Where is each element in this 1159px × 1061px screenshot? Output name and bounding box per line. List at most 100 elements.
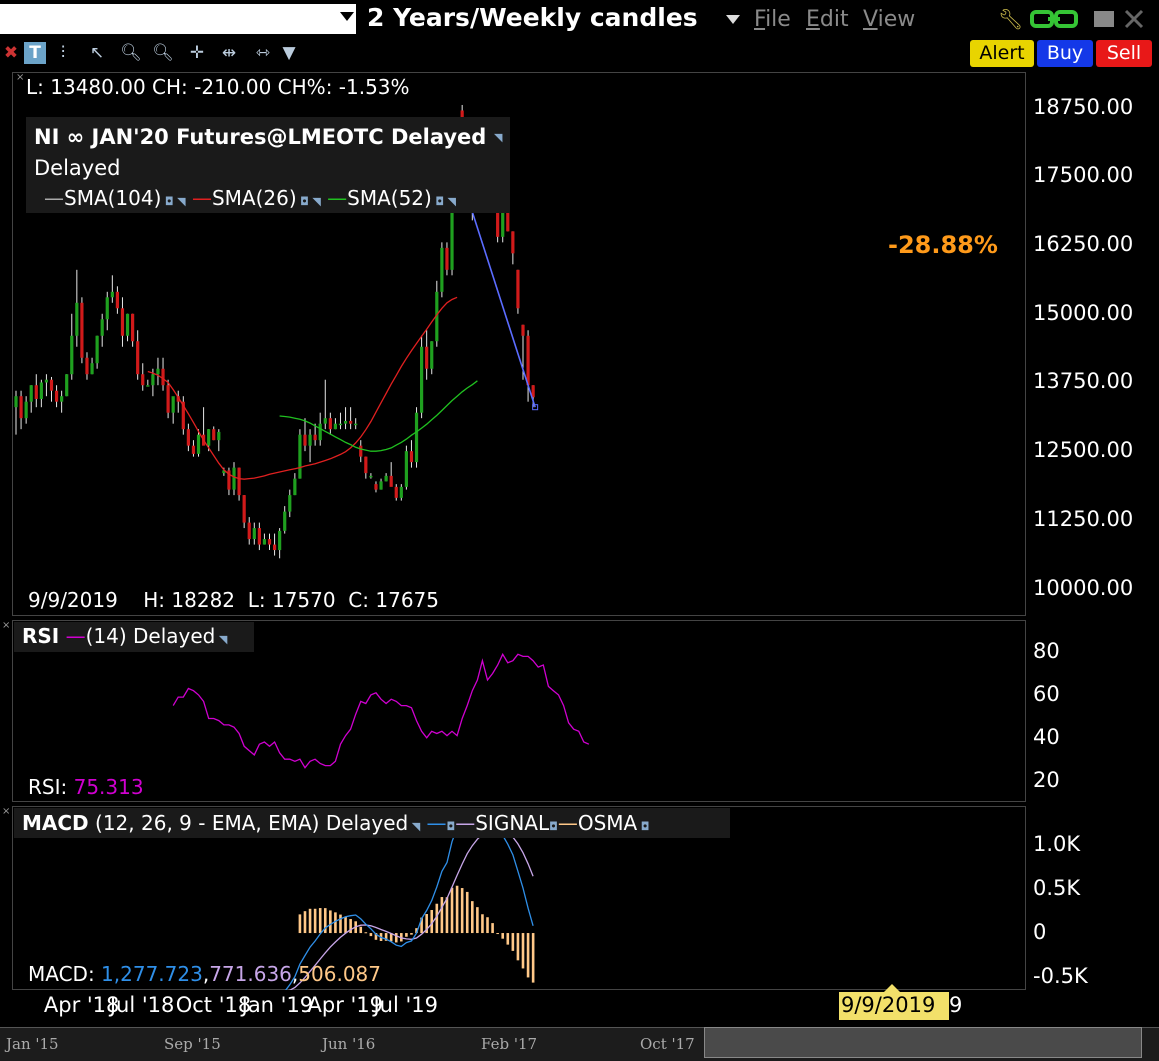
candle-body[interactable]: [445, 247, 449, 270]
zoom-out-icon[interactable]: 🔍︎: [152, 42, 174, 64]
minimize-icon[interactable]: [1094, 11, 1114, 27]
candle-body[interactable]: [389, 475, 393, 487]
rsi-y-axis[interactable]: 80 60 40 20: [1027, 620, 1159, 802]
macd-settings-icon[interactable]: ◥: [408, 820, 420, 833]
candle-body[interactable]: [131, 313, 135, 342]
sma104-settings-icon[interactable]: ◘ ◥: [161, 195, 186, 208]
candle-body[interactable]: [298, 434, 302, 479]
candle-body[interactable]: [430, 341, 434, 369]
symbol-dropdown-arrow-icon[interactable]: [340, 12, 354, 21]
candle-body[interactable]: [379, 481, 383, 490]
pan-icon[interactable]: ⇹: [218, 42, 240, 64]
candle-body[interactable]: [308, 434, 312, 446]
close-icon[interactable]: [1123, 8, 1145, 30]
candle-body[interactable]: [44, 379, 49, 383]
close-panel-icon[interactable]: ×: [16, 72, 24, 83]
candle-body[interactable]: [354, 423, 358, 426]
candle-body[interactable]: [207, 429, 211, 446]
candle-body[interactable]: [75, 302, 79, 336]
candle-body[interactable]: [288, 495, 292, 512]
candle-body[interactable]: [125, 313, 130, 336]
legend-settings-icon[interactable]: ◥: [494, 131, 502, 144]
candle-body[interactable]: [303, 434, 307, 446]
candle-body[interactable]: [196, 434, 201, 454]
candle-body[interactable]: [166, 385, 170, 413]
candle-body[interactable]: [425, 346, 429, 369]
candle-body[interactable]: [141, 374, 145, 386]
period-selector[interactable]: 2 Years/Weekly candles: [367, 3, 698, 32]
candle-body[interactable]: [272, 544, 277, 551]
macd-y-axis[interactable]: 1.0K 0.5K 0 -0.5K: [1027, 806, 1159, 990]
candle-body[interactable]: [90, 363, 94, 375]
candle-body[interactable]: [237, 467, 241, 496]
wrench-icon[interactable]: 🔧︎: [998, 8, 1024, 30]
overview-scroll-thumb[interactable]: [704, 1027, 1142, 1058]
candle-body[interactable]: [267, 539, 272, 545]
osma-settings-icon[interactable]: ◘: [637, 820, 650, 833]
candle-body[interactable]: [257, 528, 261, 545]
candle-body[interactable]: [364, 456, 368, 474]
candle-body[interactable]: [85, 357, 89, 375]
candle-body[interactable]: [323, 418, 327, 424]
signal-settings-icon[interactable]: ◘: [549, 820, 558, 833]
candle-body[interactable]: [262, 539, 267, 545]
candle-body[interactable]: [369, 475, 373, 478]
candle-body[interactable]: [516, 269, 520, 309]
candle-body[interactable]: [217, 431, 221, 441]
candle-body[interactable]: [374, 484, 378, 490]
candle-body[interactable]: [404, 451, 408, 487]
period-dropdown-arrow-icon[interactable]: [726, 15, 740, 24]
candle-body[interactable]: [110, 291, 114, 298]
candle-body[interactable]: [14, 396, 18, 408]
candle-body[interactable]: [409, 451, 414, 463]
candle-body[interactable]: [349, 420, 353, 424]
candle-body[interactable]: [521, 324, 525, 336]
close-rsi-icon[interactable]: ×: [2, 620, 10, 631]
candle-body[interactable]: [384, 475, 388, 482]
time-axis[interactable]: Apr '18 Jul '18 Oct '18 Jan '19 Apr '19 Jul '…: [0, 990, 1159, 1024]
candle-body[interactable]: [313, 434, 317, 441]
candle-body[interactable]: [333, 423, 338, 430]
candle-body[interactable]: [293, 478, 297, 496]
pointer-icon[interactable]: ↖: [86, 42, 108, 64]
candle-body[interactable]: [338, 423, 343, 426]
candle-body[interactable]: [54, 390, 59, 402]
candle-body[interactable]: [278, 530, 282, 551]
menu-file[interactable]: File: [754, 7, 791, 32]
alert-button[interactable]: Alert: [970, 40, 1034, 67]
link-icon[interactable]: [1030, 8, 1082, 30]
candle-body[interactable]: [24, 401, 28, 419]
buy-button[interactable]: Buy: [1037, 40, 1093, 67]
candle-body[interactable]: [318, 423, 322, 441]
text-tool-icon[interactable]: T: [24, 42, 46, 64]
zoom-in-icon[interactable]: 🔍︎: [120, 42, 142, 64]
candle-body[interactable]: [440, 247, 444, 292]
candle-body[interactable]: [186, 429, 190, 446]
candle-body[interactable]: [100, 319, 104, 336]
menu-edit[interactable]: Edit: [806, 7, 849, 32]
candle-body[interactable]: [146, 385, 150, 387]
candle-body[interactable]: [161, 368, 165, 386]
candle-body[interactable]: [328, 418, 332, 430]
candle-body[interactable]: [120, 308, 125, 336]
candle-body[interactable]: [105, 297, 109, 320]
candle-body[interactable]: [65, 374, 69, 397]
sma26-settings-icon[interactable]: ◘ ◥: [297, 195, 321, 208]
candle-body[interactable]: [171, 396, 175, 413]
candle-body[interactable]: [511, 231, 515, 254]
sell-button[interactable]: Sell: [1096, 40, 1152, 67]
candle-body[interactable]: [501, 209, 505, 237]
candle-body[interactable]: [115, 291, 119, 309]
candle-body[interactable]: [19, 396, 23, 419]
symbol-input[interactable]: [0, 4, 356, 34]
candle-body[interactable]: [359, 445, 363, 457]
candle-body[interactable]: [70, 335, 74, 375]
fit-icon[interactable]: ⇿: [252, 42, 274, 64]
rsi-line[interactable]: [172, 652, 590, 769]
candle-body[interactable]: [191, 445, 196, 454]
candle-body[interactable]: [283, 511, 287, 531]
candle-body[interactable]: [394, 486, 398, 498]
candle-body[interactable]: [34, 385, 38, 399]
price-y-axis[interactable]: 18750.00 17500.00 16250.00 15000.00 13750.00…: [1027, 72, 1159, 616]
candle-body[interactable]: [60, 396, 64, 402]
